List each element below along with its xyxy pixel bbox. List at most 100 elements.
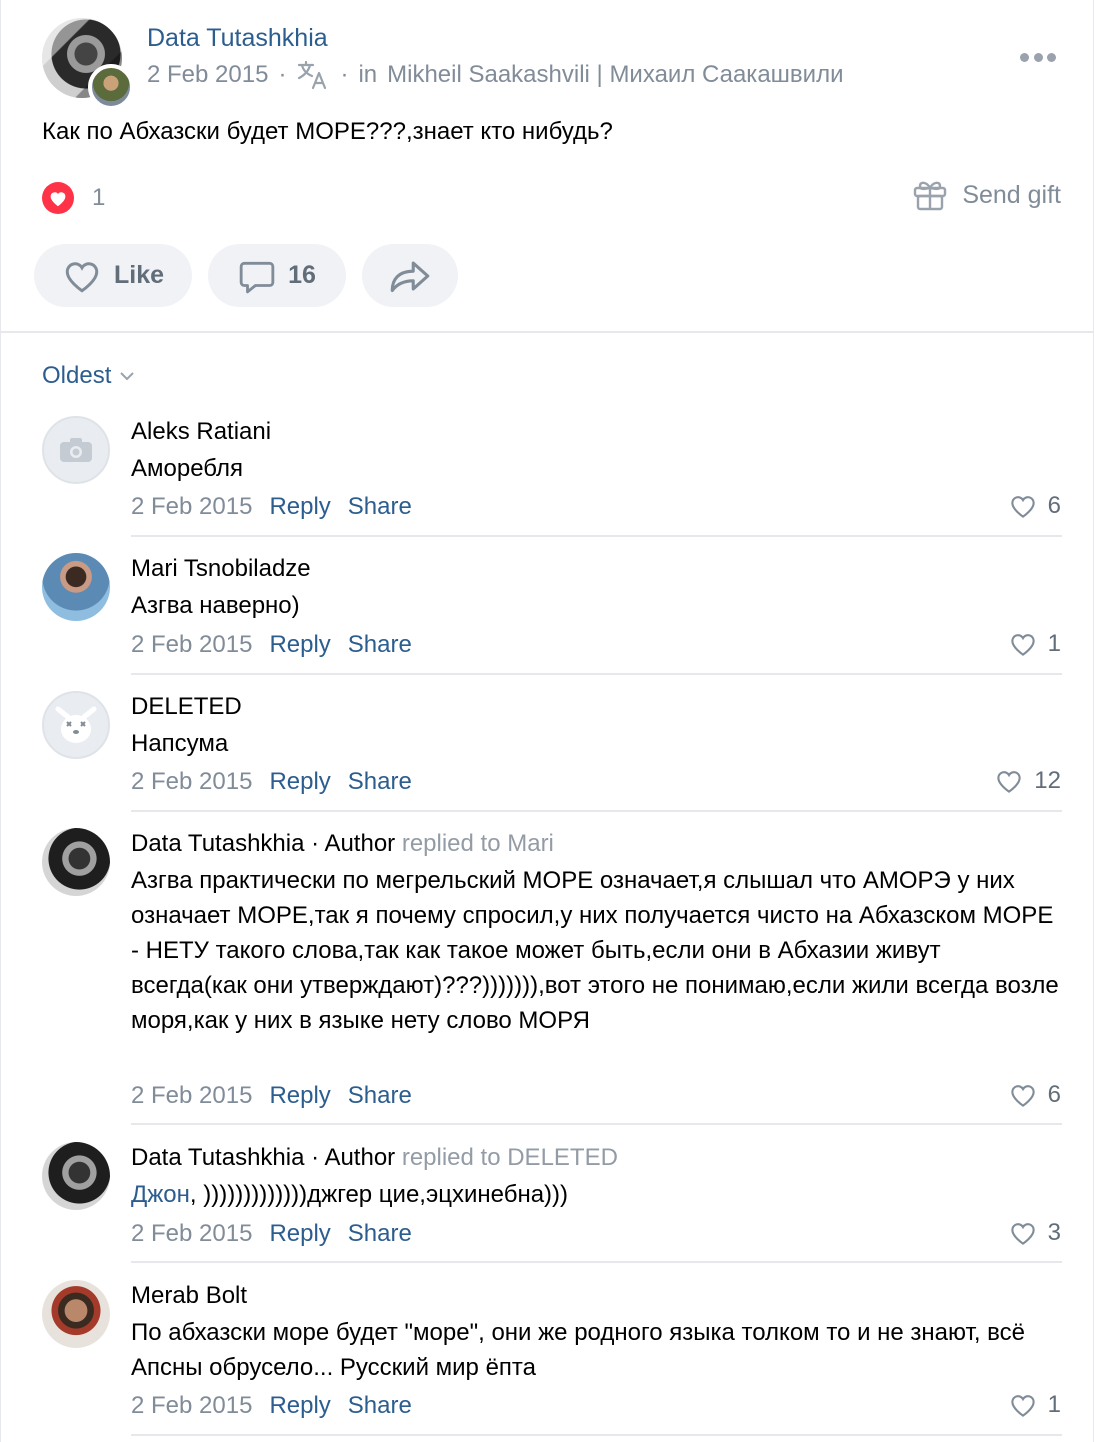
comment-button[interactable]: 16 — [208, 244, 346, 307]
reaction-count: 1 — [92, 184, 106, 211]
translate-icon[interactable] — [296, 60, 330, 90]
comment-footer: 2 Feb 2015 Reply Share — [131, 1392, 412, 1420]
replied-to[interactable]: replied to Mari — [402, 830, 554, 857]
share-link[interactable]: Share — [348, 1082, 412, 1110]
comment-footer: 2 Feb 2015 Reply Share — [131, 1082, 412, 1110]
in-prefix: in — [358, 61, 378, 88]
commenter-name[interactable]: Merab Bolt — [131, 1282, 247, 1309]
deleted-dog-icon — [55, 706, 97, 743]
more-options-icon[interactable] — [1020, 50, 1056, 64]
heart-outline-icon — [1010, 1223, 1035, 1245]
heart-outline-icon — [997, 771, 1021, 793]
comment-divider — [131, 810, 1062, 812]
comment-date[interactable]: 2 Feb 2015 — [131, 1220, 252, 1248]
commenter-name[interactable]: Mari Tsnobiladze — [131, 555, 311, 582]
share-link[interactable]: Share — [348, 768, 412, 796]
gift-icon — [914, 181, 947, 211]
share-link[interactable]: Share — [348, 493, 412, 521]
comment-date[interactable]: 2 Feb 2015 — [131, 493, 252, 521]
comment-text: Напсума — [131, 730, 229, 757]
share-arrow-icon — [390, 261, 430, 292]
comment-divider — [131, 673, 1062, 675]
comment-divider — [131, 1123, 1062, 1125]
camera-icon — [60, 438, 92, 462]
commenter-name[interactable]: Aleks Ratiani — [131, 418, 271, 445]
comment-header: Data Tutashkhia · Author replied to Mari — [131, 830, 554, 858]
user-mention[interactable]: Джон — [131, 1181, 190, 1208]
commenter-avatar[interactable] — [42, 828, 110, 896]
comments-sort-dropdown[interactable]: Oldest — [42, 362, 135, 390]
post-meta: 2 Feb 2015 · · in Mikheil Saakashvili | … — [147, 60, 844, 90]
comment-like-button[interactable]: 12 — [994, 767, 1061, 795]
commenter-name[interactable]: Data Tutashkhia — [131, 830, 304, 857]
comment-like-button[interactable]: 1 — [1008, 630, 1061, 658]
reply-link[interactable]: Reply — [269, 493, 330, 521]
comment-count: 16 — [288, 261, 316, 289]
send-gift-label: Send gift — [962, 180, 1061, 209]
commenter-avatar[interactable] — [42, 416, 110, 484]
comment-footer: 2 Feb 2015 Reply Share — [131, 1220, 412, 1248]
comment-like-button[interactable]: 3 — [1008, 1219, 1061, 1247]
comment-text: По абхазски море будет "море", они же ро… — [131, 1319, 1025, 1381]
comment-date[interactable]: 2 Feb 2015 — [131, 1082, 252, 1110]
comment-like-count: 1 — [1047, 1391, 1061, 1418]
comment-divider — [131, 1434, 1062, 1436]
share-link[interactable]: Share — [348, 1220, 412, 1248]
comment-text-body: , )))))))))))))джгер цие,эцхинебна))) — [189, 1181, 569, 1208]
post-date[interactable]: 2 Feb 2015 — [147, 61, 268, 89]
comment-date[interactable]: 2 Feb 2015 — [131, 768, 252, 796]
replied-to[interactable]: replied to DELETED — [402, 1144, 618, 1171]
commenter-name[interactable]: DELETED — [131, 693, 242, 720]
comment-like-button[interactable]: 6 — [1008, 492, 1061, 520]
reply-link[interactable]: Reply — [269, 768, 330, 796]
comment-header: Mari Tsnobiladze — [131, 555, 311, 583]
heart-outline-icon — [1010, 634, 1035, 656]
post-text: Как по Абхазски будет МОРЕ???,знает кто … — [42, 118, 613, 145]
comment-like-count: 6 — [1047, 1081, 1061, 1108]
heart-outline-icon — [1010, 1085, 1035, 1107]
reply-link[interactable]: Reply — [269, 1082, 330, 1110]
section-divider — [0, 331, 1094, 333]
commenter-avatar[interactable] — [42, 691, 110, 759]
meta-separator: · — [278, 61, 287, 88]
author-tag: · Author — [311, 830, 396, 857]
reactions-summary[interactable]: 1 — [42, 182, 105, 214]
share-button[interactable] — [362, 244, 458, 307]
meta-separator-2: · — [340, 61, 349, 88]
share-link[interactable]: Share — [348, 1392, 412, 1420]
comment-icon — [239, 261, 275, 293]
comment-like-button[interactable]: 1 — [1008, 1391, 1061, 1419]
comment-header: Data Tutashkhia · Author replied to DELE… — [131, 1144, 618, 1172]
chevron-down-icon — [120, 372, 135, 381]
post-author-name[interactable]: Data Tutashkhia — [147, 24, 328, 53]
heart-outline-icon — [1010, 1395, 1035, 1417]
commenter-avatar[interactable] — [42, 553, 110, 621]
reply-link[interactable]: Reply — [269, 631, 330, 659]
comment-date[interactable]: 2 Feb 2015 — [131, 631, 252, 659]
comment-header: Merab Bolt — [131, 1282, 247, 1310]
like-button[interactable]: Like — [34, 244, 192, 307]
reply-link[interactable]: Reply — [269, 1392, 330, 1420]
left-border — [0, 0, 1, 1442]
share-link[interactable]: Share — [348, 631, 412, 659]
comment-divider — [131, 535, 1062, 537]
comment-like-count: 6 — [1047, 492, 1061, 519]
reply-link[interactable]: Reply — [269, 1220, 330, 1248]
comment-like-button[interactable]: 6 — [1008, 1081, 1061, 1109]
like-label: Like — [113, 261, 165, 289]
commenter-avatar[interactable] — [42, 1142, 110, 1210]
comment-header: Aleks Ratiani — [131, 418, 271, 446]
comment-date[interactable]: 2 Feb 2015 — [131, 1392, 252, 1420]
commenter-name[interactable]: Data Tutashkhia — [131, 1144, 304, 1171]
comment-text: Джон, )))))))))))))джгер цие,эцхинебна))… — [131, 1177, 1061, 1212]
comment-like-count: 12 — [1034, 767, 1061, 794]
community-link[interactable]: Mikheil Saakashvili | Михаил Саакашвили — [387, 61, 843, 89]
community-avatar[interactable] — [88, 64, 134, 110]
comment-like-count: 1 — [1047, 630, 1061, 657]
sort-label: Oldest — [42, 362, 112, 389]
send-gift-button[interactable]: Send gift — [912, 178, 1061, 212]
comment-footer: 2 Feb 2015 Reply Share — [131, 631, 412, 659]
comment-text: Азгва практически по мегрельский МОРЕ оз… — [131, 867, 1059, 1034]
commenter-avatar[interactable] — [42, 1280, 110, 1348]
comment-text: Аморебля — [131, 455, 243, 482]
